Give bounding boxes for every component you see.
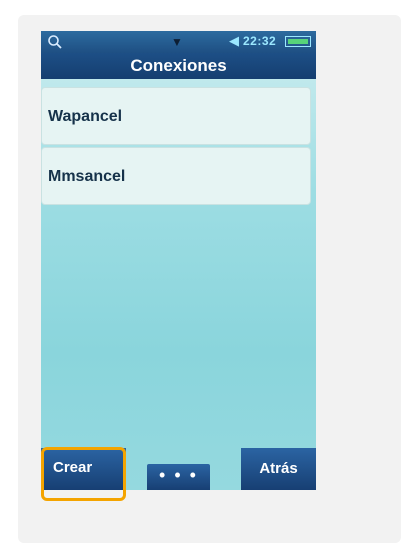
chevron-down-icon[interactable]: ▼ — [171, 36, 183, 48]
volume-icon: ◀ — [229, 33, 239, 48]
back-button[interactable]: Atrás — [241, 448, 316, 490]
list-item-wapancel[interactable]: Wapancel — [41, 87, 311, 145]
page-title: Conexiones — [41, 53, 316, 79]
clock-time: 22:32 — [243, 34, 277, 48]
connections-list: Wapancel Mmsancel — [41, 87, 311, 207]
more-options-button[interactable]: • • • — [147, 464, 210, 490]
search-icon[interactable] — [47, 34, 63, 50]
highlight-box — [41, 447, 126, 501]
list-item-mmsancel[interactable]: Mmsancel — [41, 147, 311, 205]
status-bar: ▼ ◀ 22:32 — [41, 31, 316, 53]
battery-icon — [285, 36, 311, 47]
phone-screen: ▼ ◀ 22:32 Conexiones Wapancel Mmsancel C… — [41, 31, 316, 490]
